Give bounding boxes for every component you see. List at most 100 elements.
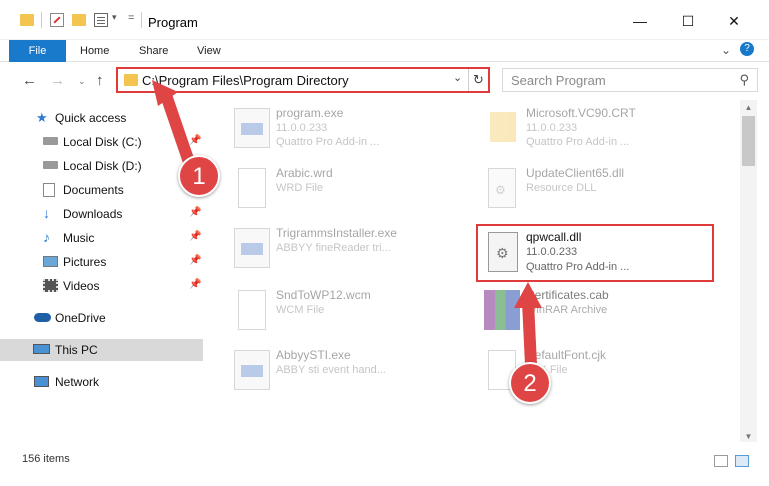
exe-icon <box>234 228 270 268</box>
divider <box>41 12 42 28</box>
file-detail: Quattro Pro Add-in ... <box>276 136 380 148</box>
scroll-up-icon[interactable]: ▲ <box>740 103 757 112</box>
file-detail: Quattro Pro Add-in ... <box>526 136 630 148</box>
pin-icon[interactable]: 📌 <box>189 279 201 290</box>
list-item[interactable]: AbbyySTI.exe ABBY sti event hand... <box>210 344 460 398</box>
star-icon: ★ <box>36 110 48 125</box>
large-icons-view-icon[interactable] <box>735 455 749 467</box>
exe-icon <box>234 108 270 148</box>
pc-icon <box>33 344 50 354</box>
scroll-down-icon[interactable]: ▼ <box>740 432 757 441</box>
pin-icon[interactable]: 📌 <box>189 135 201 146</box>
address-bar[interactable]: C:\Program Files\Program Directory ⌄ ↻ <box>116 67 490 93</box>
pictures-icon <box>43 256 58 267</box>
list-item[interactable]: ⚙ UpdateClient65.dll Resource DLL <box>460 162 710 216</box>
minimize-button[interactable]: — <box>627 8 653 34</box>
sidebar-item-label: Music <box>63 231 95 245</box>
search-icon[interactable]: ⚲ <box>739 72 749 88</box>
tab-home[interactable]: Home <box>80 40 109 62</box>
pin-icon[interactable]: 📌 <box>189 255 201 266</box>
quick-access-expand-icon[interactable]: = <box>128 12 134 24</box>
close-button[interactable]: ✕ <box>721 8 747 34</box>
sidebar-item-label: Downloads <box>63 207 123 221</box>
list-item[interactable]: DefaultFont.cjk CJK File <box>460 344 710 398</box>
list-item[interactable]: Arabic.wrd WRD File <box>210 162 460 216</box>
pin-icon[interactable]: 📌 <box>189 231 201 242</box>
sidebar-item-onedrive[interactable]: OneDrive <box>0 307 203 329</box>
music-icon: ♪ <box>43 229 50 245</box>
sidebar-item-this-pc[interactable]: This PC <box>0 339 203 361</box>
file-name: UpdateClient65.dll <box>526 166 625 180</box>
sidebar-item-label: Pictures <box>63 255 107 269</box>
file-detail: 11.0.0.233 <box>526 122 578 134</box>
callout-badge-2: 2 <box>509 362 551 404</box>
sidebar-item-documents[interactable]: Documents 📌 <box>0 179 203 201</box>
view-details-icon[interactable] <box>94 13 108 27</box>
file-detail: WinRAR Archive <box>526 304 608 316</box>
sidebar-item-network[interactable]: Network <box>0 371 203 393</box>
forward-icon[interactable]: → <box>50 72 65 89</box>
sidebar-item-local-disk-c[interactable]: Local Disk (C:) 📌 <box>0 131 203 153</box>
list-item[interactable]: TrigrammsInstaller.exe ABBYY fineReader … <box>210 222 460 276</box>
highlight-box <box>476 224 714 282</box>
file-name: SndToWP12.wcm <box>276 288 371 302</box>
list-item[interactable]: Certificates.cab WinRAR Archive <box>460 284 710 338</box>
file-detail: ABBYY fineReader tri... <box>276 242 391 254</box>
file-detail: 11.0.0.233 <box>276 122 328 134</box>
sidebar-item-label: Local Disk (C:) <box>63 135 142 149</box>
file-icon <box>238 168 266 208</box>
videos-icon <box>43 279 58 292</box>
tab-view[interactable]: View <box>197 40 221 62</box>
file-name: Certificates.cab <box>526 288 609 302</box>
list-item[interactable]: Microsoft.VC90.CRT 11.0.0.233 Quattro Pr… <box>460 102 710 156</box>
sidebar-item-local-disk-d[interactable]: Local Disk (D:) <box>0 155 203 177</box>
folder-icon <box>490 112 516 142</box>
address-dropdown-icon[interactable]: ⌄ <box>453 71 462 84</box>
divider <box>141 12 142 28</box>
help-icon[interactable]: ? <box>740 42 754 56</box>
title-bar: ▾ = Program — ☐ ✕ <box>0 0 769 40</box>
recent-locations-icon[interactable]: ⌄ <box>78 76 86 87</box>
sidebar-item-pictures[interactable]: Pictures 📌 <box>0 251 203 273</box>
sidebar-item-label: This PC <box>55 343 98 357</box>
maximize-button[interactable]: ☐ <box>675 8 701 34</box>
new-folder-icon[interactable] <box>72 14 86 26</box>
customize-dropdown-icon[interactable]: ▾ <box>112 12 117 23</box>
up-icon[interactable]: ↑ <box>96 72 104 89</box>
pin-icon[interactable]: 📌 <box>189 207 201 218</box>
tab-file[interactable]: File <box>9 40 66 62</box>
list-item[interactable]: SndToWP12.wcm WCM File <box>210 284 460 338</box>
file-detail: WCM File <box>276 304 325 316</box>
sidebar-item-label: Videos <box>63 279 100 293</box>
drive-icon <box>43 161 58 169</box>
archive-icon <box>484 290 520 330</box>
details-view-icon[interactable] <box>714 455 728 467</box>
back-icon[interactable]: ← <box>22 72 37 89</box>
file-name: DefaultFont.cjk <box>526 348 607 362</box>
sidebar-item-label: Network <box>55 375 100 389</box>
sidebar-item-quick-access[interactable]: ★ Quick access <box>0 107 203 129</box>
search-placeholder: Search Program <box>511 73 606 88</box>
scroll-thumb[interactable] <box>742 116 755 166</box>
list-item[interactable]: program.exe 11.0.0.233 Quattro Pro Add-i… <box>210 102 460 156</box>
search-input[interactable]: Search Program ⚲ <box>502 68 758 92</box>
status-bar: 156 items <box>0 448 769 478</box>
documents-icon <box>43 183 55 197</box>
window-title: Program <box>148 15 198 30</box>
sidebar-item-videos[interactable]: Videos 📌 <box>0 275 203 297</box>
sidebar-item-downloads[interactable]: ↓ Downloads 📌 <box>0 203 203 225</box>
file-detail: ABBY sti event hand... <box>276 364 386 376</box>
file-name: Arabic.wrd <box>276 166 333 180</box>
download-icon: ↓ <box>43 205 50 221</box>
expand-ribbon-icon[interactable]: ⌄ <box>721 43 731 57</box>
folder-icon <box>124 74 138 86</box>
address-path[interactable]: C:\Program Files\Program Directory <box>142 73 349 88</box>
sidebar-item-music[interactable]: ♪ Music 📌 <box>0 227 203 249</box>
properties-icon[interactable] <box>50 13 64 27</box>
file-icon <box>238 290 266 330</box>
exe-icon <box>234 350 270 390</box>
file-name: AbbyySTI.exe <box>276 348 351 362</box>
refresh-icon[interactable]: ↻ <box>468 69 488 91</box>
tab-share[interactable]: Share <box>139 40 168 62</box>
vertical-scrollbar[interactable]: ▲ ▼ <box>740 100 757 442</box>
